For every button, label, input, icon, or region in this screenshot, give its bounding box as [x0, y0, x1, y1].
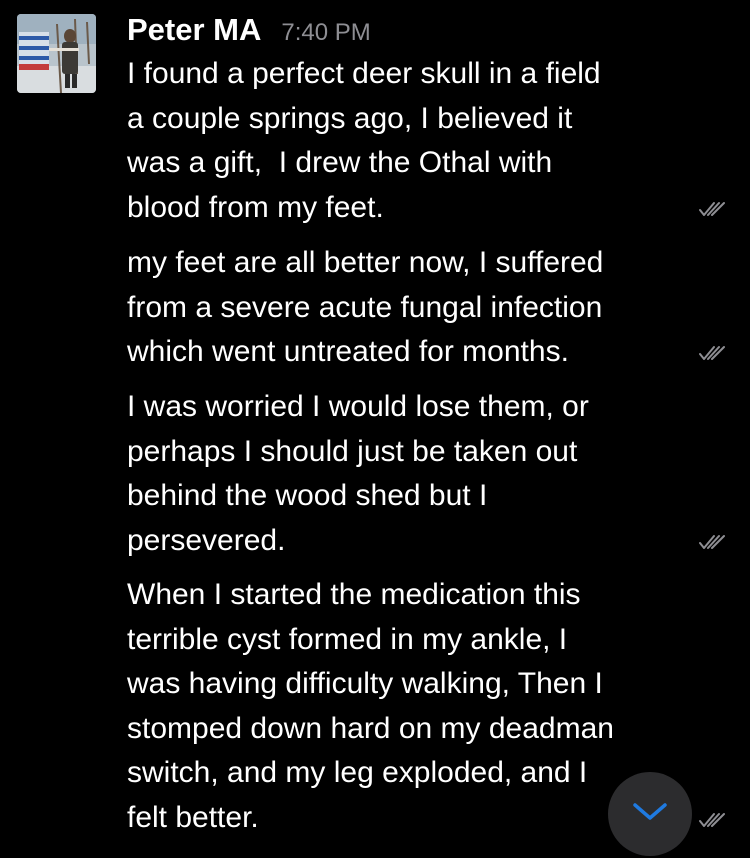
message-line: which went untreated for months. — [127, 335, 569, 368]
message-line: was a gift, I drew the Othal with — [127, 146, 553, 179]
message-line: blood from my feet. — [127, 190, 384, 224]
double-check-icon — [699, 534, 727, 550]
sender-name[interactable]: Peter MA — [127, 12, 261, 48]
message-line: from a severe acute fungal infection — [127, 290, 603, 324]
message-line: my feet are all better now, I suffered — [127, 246, 604, 279]
message-line: perhaps I should just be taken out — [127, 434, 578, 468]
message-line: stomped down hard on my deadman — [127, 711, 614, 745]
message-text[interactable]: my feet are all better now, I suffered fr… — [127, 241, 603, 375]
message-line: switch, and my leg exploded, and I — [127, 756, 588, 789]
double-check-icon — [699, 201, 727, 217]
message-line: persevered. — [127, 523, 286, 557]
message-line: felt better. — [127, 800, 259, 834]
message-text[interactable]: When I started the medication this terrib… — [127, 573, 614, 840]
timestamp: 7:40 PM — [281, 19, 371, 46]
message-line: When I started the medication this — [127, 578, 581, 611]
scroll-to-bottom-button[interactable] — [608, 772, 692, 856]
message-line: I found a perfect deer skull in a field — [127, 57, 601, 90]
avatar[interactable] — [17, 14, 96, 93]
message-text[interactable]: I was worried I would lose them, or perha… — [127, 385, 589, 563]
double-check-icon — [699, 345, 727, 361]
message-line: was having difficulty walking, Then I — [127, 667, 603, 700]
message-header: Peter MA 7:40 PM — [127, 12, 371, 48]
chevron-down-icon — [632, 802, 668, 827]
double-check-icon — [699, 812, 727, 828]
message-line: I was worried I would lose them, or — [127, 390, 589, 423]
message-line: a couple springs ago, I believed it — [127, 101, 573, 135]
message-line: terrible cyst formed in my ankle, I — [127, 622, 568, 656]
avatar-photo — [17, 14, 96, 93]
message-line: behind the wood shed but I — [127, 479, 488, 512]
message-text[interactable]: I found a perfect deer skull in a field a… — [127, 52, 601, 230]
